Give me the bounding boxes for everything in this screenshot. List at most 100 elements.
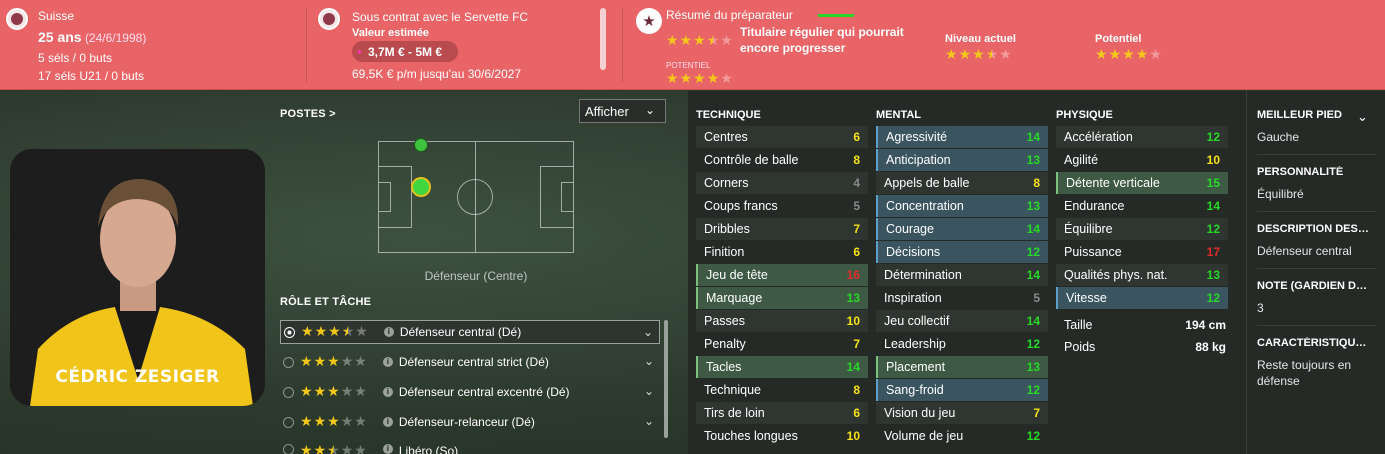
attribute-row[interactable]: Accélération 12	[1056, 126, 1228, 148]
pitch-diagram[interactable]	[378, 138, 574, 253]
attribute-row[interactable]: Marquage 13	[696, 287, 868, 309]
potential-label: Potentiel	[1095, 33, 1142, 45]
attribute-value: 12	[1026, 337, 1040, 351]
weight-label: Poids	[1064, 340, 1096, 354]
attribute-name: Endurance	[1064, 199, 1125, 213]
value-pill[interactable]: ● 3,7M € - 5M €	[352, 41, 458, 62]
attribute-row[interactable]: Leadership 12	[876, 333, 1048, 355]
attribute-value: 14	[846, 360, 860, 374]
attribute-row[interactable]: Centres 6	[696, 126, 868, 148]
role-row[interactable]: ★ ★ ★ ★ ★ i Défenseur central excentré (Dé) …	[280, 380, 660, 404]
attribute-row[interactable]: Inspiration 5	[876, 287, 1048, 309]
attribute-row[interactable]: Détente verticale 15	[1056, 172, 1228, 194]
attribute-row[interactable]: Tirs de loin 6	[696, 402, 868, 424]
chevron-down-icon[interactable]: ⌄	[1357, 109, 1368, 125]
star-icon: ★	[666, 71, 679, 87]
roles-title: RÔLE ET TÂCHE	[280, 296, 372, 308]
info-icon[interactable]: i	[382, 444, 393, 454]
attribute-row[interactable]: Puissance 17	[1056, 241, 1228, 263]
attribute-value: 7	[853, 337, 860, 351]
attribute-row[interactable]: Courage 14	[876, 218, 1048, 240]
attribute-row[interactable]: Placement 13	[876, 356, 1048, 378]
contract-scrollbar[interactable]	[600, 8, 606, 70]
attribute-row[interactable]: Agressivité 14	[876, 126, 1048, 148]
attribute-name: Finition	[704, 245, 745, 259]
attribute-name: Leadership	[884, 337, 946, 351]
report-title[interactable]: Résumé du préparateur	[666, 8, 793, 23]
attribute-row[interactable]: Volume de jeu 12	[876, 425, 1048, 447]
attribute-value: 8	[853, 383, 860, 397]
attribute-row[interactable]: Penalty 7	[696, 333, 868, 355]
attribute-name: Corners	[704, 176, 749, 190]
attribute-name: Marquage	[706, 291, 763, 305]
positions-link[interactable]: POSTES >	[280, 108, 336, 120]
potential-small-label: POTENTIEL	[666, 61, 711, 70]
traits-label: CARACTÉRISTIQUES...	[1257, 337, 1369, 349]
chevron-down-icon[interactable]: ⌄	[643, 325, 653, 339]
club-badge-icon[interactable]	[318, 8, 340, 30]
attribute-row[interactable]: Appels de balle 8	[876, 172, 1048, 194]
chevron-down-icon[interactable]: ⌄	[644, 384, 654, 398]
position-dot-primary[interactable]	[411, 177, 431, 197]
role-row[interactable]: ★ ★ ★ ★ ★ i Libéro (So)	[280, 440, 660, 454]
attribute-name: Qualités phys. nat.	[1064, 268, 1168, 282]
star-icon: ★	[720, 33, 733, 49]
role-radio[interactable]	[284, 326, 295, 338]
attribute-row[interactable]: Dribbles 7	[696, 218, 868, 240]
attribute-row[interactable]: Détermination 14	[876, 264, 1048, 286]
attribute-name: Technique	[704, 383, 761, 397]
info-icon[interactable]: i	[383, 327, 394, 337]
attribute-row[interactable]: Jeu collectif 14	[876, 310, 1048, 332]
attribute-row[interactable]: Touches longues 10	[696, 425, 868, 447]
role-radio[interactable]	[283, 416, 294, 428]
chevron-down-icon: ⌄	[644, 103, 655, 117]
attribute-row[interactable]: Vision du jeu 7	[876, 402, 1048, 424]
attribute-value: 10	[1206, 153, 1220, 167]
report-bar	[818, 14, 854, 17]
attribute-value: 14	[1206, 199, 1220, 213]
show-dropdown[interactable]: Afficher ⌄	[579, 99, 666, 123]
nation-flag-icon[interactable]	[6, 8, 28, 30]
info-icon[interactable]: i	[382, 357, 393, 367]
position-dot-secondary[interactable]	[414, 138, 428, 152]
role-row[interactable]: ★ ★ ★ ★ ★ i Défenseur central (Dé) ⌄	[280, 320, 660, 344]
star-icon: ★	[341, 324, 355, 340]
attribute-name: Jeu de tête	[706, 268, 768, 282]
attribute-row[interactable]: Corners 4	[696, 172, 868, 194]
chevron-down-icon[interactable]: ⌄	[644, 414, 654, 428]
attribute-row[interactable]: Technique 8	[696, 379, 868, 401]
attribute-row[interactable]: Vitesse 12	[1056, 287, 1228, 309]
attribute-row[interactable]: Tacles 14	[696, 356, 868, 378]
attribute-row[interactable]: Coups francs 5	[696, 195, 868, 217]
attribute-row[interactable]: Sang-froid 12	[876, 379, 1048, 401]
role-row[interactable]: ★ ★ ★ ★ ★ i Défenseur-relanceur (Dé) ⌄	[280, 410, 660, 434]
attribute-row[interactable]: Anticipation 13	[876, 149, 1048, 171]
info-icon[interactable]: i	[382, 387, 393, 397]
roles-scrollbar[interactable]	[664, 320, 668, 438]
attribute-row[interactable]: Décisions 12	[876, 241, 1048, 263]
attribute-row[interactable]: Qualités phys. nat. 13	[1056, 264, 1228, 286]
attribute-row[interactable]: Finition 6	[696, 241, 868, 263]
role-radio[interactable]	[283, 444, 294, 454]
nation-name[interactable]: Suisse	[38, 9, 74, 24]
attribute-row[interactable]: Agilité 10	[1056, 149, 1228, 171]
contract-text[interactable]: Sous contrat avec le Servette FC	[352, 10, 528, 25]
star-icon: ★	[679, 71, 693, 87]
attribute-row[interactable]: Contrôle de balle 8	[696, 149, 868, 171]
chevron-down-icon[interactable]: ⌄	[644, 354, 654, 368]
role-radio[interactable]	[283, 356, 294, 368]
attribute-row[interactable]: Passes 10	[696, 310, 868, 332]
star-icon: ★	[327, 444, 340, 454]
role-radio[interactable]	[283, 386, 294, 398]
attribute-row[interactable]: Équilibre 12	[1056, 218, 1228, 240]
star-icon: ★	[1122, 47, 1135, 63]
attribute-row[interactable]: Jeu de tête 16	[696, 264, 868, 286]
star-icon: ★	[301, 324, 314, 340]
attribute-row[interactable]: Concentration 13	[876, 195, 1048, 217]
attribute-row[interactable]: Endurance 14	[1056, 195, 1228, 217]
attribute-value: 14	[1026, 222, 1040, 236]
role-label: Défenseur central (Dé)	[399, 325, 522, 339]
info-icon[interactable]: i	[382, 417, 393, 427]
role-row[interactable]: ★ ★ ★ ★ ★ i Défenseur central strict (Dé) ⌄	[280, 350, 660, 374]
personality-block: PERSONNALITÉ Équilibré	[1257, 166, 1377, 202]
